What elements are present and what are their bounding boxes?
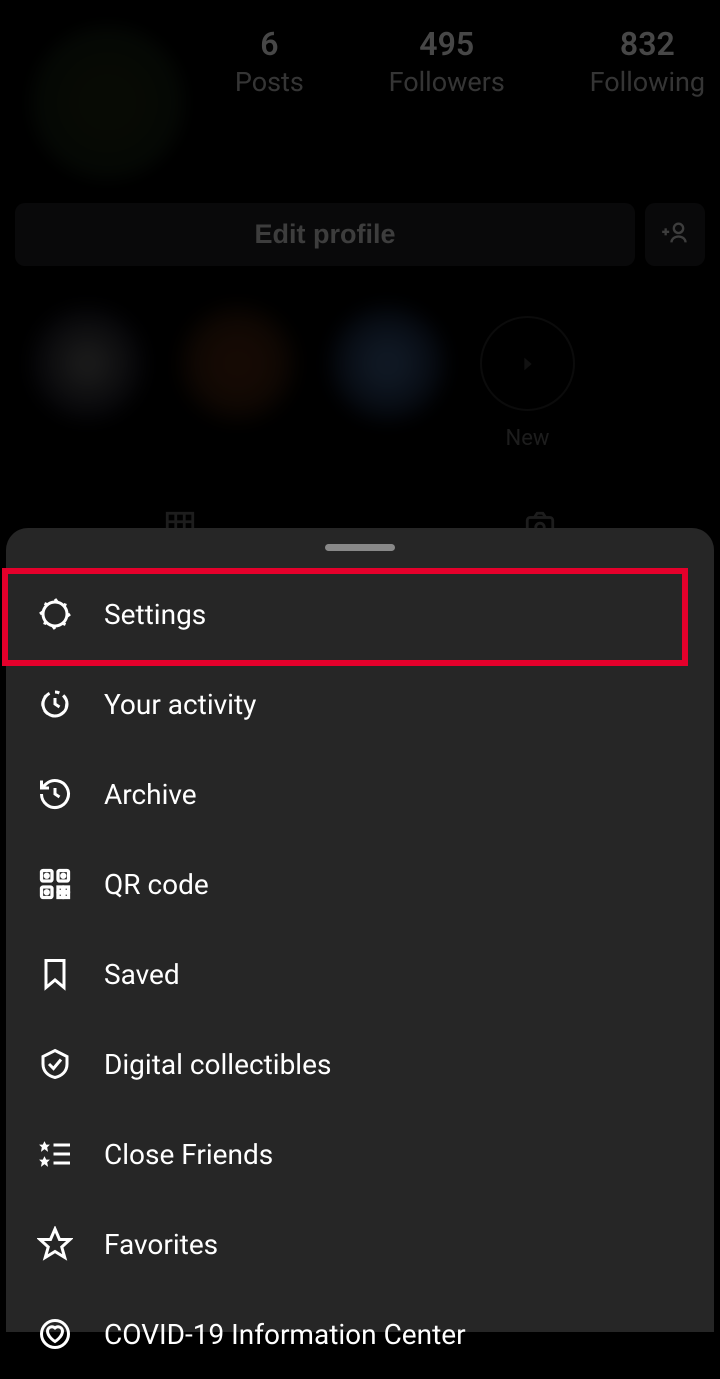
add-person-icon bbox=[661, 219, 689, 251]
heart-badge-icon bbox=[36, 1315, 74, 1353]
menu-item-settings[interactable]: Settings bbox=[6, 569, 714, 659]
followers-stat[interactable]: 495 Followers bbox=[389, 25, 505, 98]
options-bottom-sheet: Settings Your activity Archive bbox=[6, 528, 714, 1332]
menu-label: Settings bbox=[104, 598, 206, 631]
edit-profile-row: Edit profile bbox=[0, 203, 720, 266]
following-stat[interactable]: 832 Following bbox=[590, 25, 706, 98]
highlight-cover bbox=[30, 306, 145, 421]
following-count: 832 bbox=[620, 25, 675, 63]
highlight-item[interactable] bbox=[30, 306, 145, 451]
avatar bbox=[30, 25, 185, 180]
posts-stat[interactable]: 6 Posts bbox=[235, 25, 304, 98]
menu-item-saved[interactable]: Saved bbox=[6, 929, 714, 1019]
following-label: Following bbox=[590, 66, 706, 98]
menu-item-digital-collectibles[interactable]: Digital collectibles bbox=[6, 1019, 714, 1109]
highlight-cover bbox=[180, 306, 295, 421]
qr-icon bbox=[36, 865, 74, 903]
gear-icon bbox=[36, 595, 74, 633]
posts-label: Posts bbox=[235, 66, 304, 98]
star-list-icon bbox=[36, 1135, 74, 1173]
menu-label: Saved bbox=[104, 958, 180, 991]
highlight-new[interactable]: New bbox=[480, 306, 575, 451]
posts-count: 6 bbox=[260, 25, 278, 63]
highlight-new-label: New bbox=[506, 426, 550, 451]
add-highlight-icon bbox=[480, 316, 575, 411]
menu-item-close-friends[interactable]: Close Friends bbox=[6, 1109, 714, 1199]
highlight-item[interactable] bbox=[330, 306, 445, 451]
star-icon bbox=[36, 1225, 74, 1263]
bookmark-icon bbox=[36, 955, 74, 993]
menu-item-favorites[interactable]: Favorites bbox=[6, 1199, 714, 1289]
menu-label: Favorites bbox=[104, 1228, 218, 1261]
menu-label: Close Friends bbox=[104, 1138, 273, 1171]
menu-item-your-activity[interactable]: Your activity bbox=[6, 659, 714, 749]
sheet-handle[interactable] bbox=[325, 544, 395, 551]
menu-label: COVID-19 Information Center bbox=[104, 1318, 466, 1351]
menu-item-covid-info[interactable]: COVID-19 Information Center bbox=[6, 1289, 714, 1379]
followers-label: Followers bbox=[389, 66, 505, 98]
edit-profile-button[interactable]: Edit profile bbox=[15, 203, 635, 266]
followers-count: 495 bbox=[419, 25, 474, 63]
menu-item-archive[interactable]: Archive bbox=[6, 749, 714, 839]
archive-icon bbox=[36, 775, 74, 813]
clock-activity-icon bbox=[36, 685, 74, 723]
shield-check-icon bbox=[36, 1045, 74, 1083]
discover-people-button[interactable] bbox=[645, 203, 705, 266]
menu-label: Digital collectibles bbox=[104, 1048, 331, 1081]
menu-item-qr-code[interactable]: QR code bbox=[6, 839, 714, 929]
highlight-cover bbox=[330, 306, 445, 421]
menu-label: Your activity bbox=[104, 688, 256, 721]
menu-label: QR code bbox=[104, 868, 209, 901]
highlights-tray: New bbox=[0, 266, 720, 451]
highlight-item[interactable] bbox=[180, 306, 295, 451]
menu-label: Archive bbox=[104, 778, 197, 811]
